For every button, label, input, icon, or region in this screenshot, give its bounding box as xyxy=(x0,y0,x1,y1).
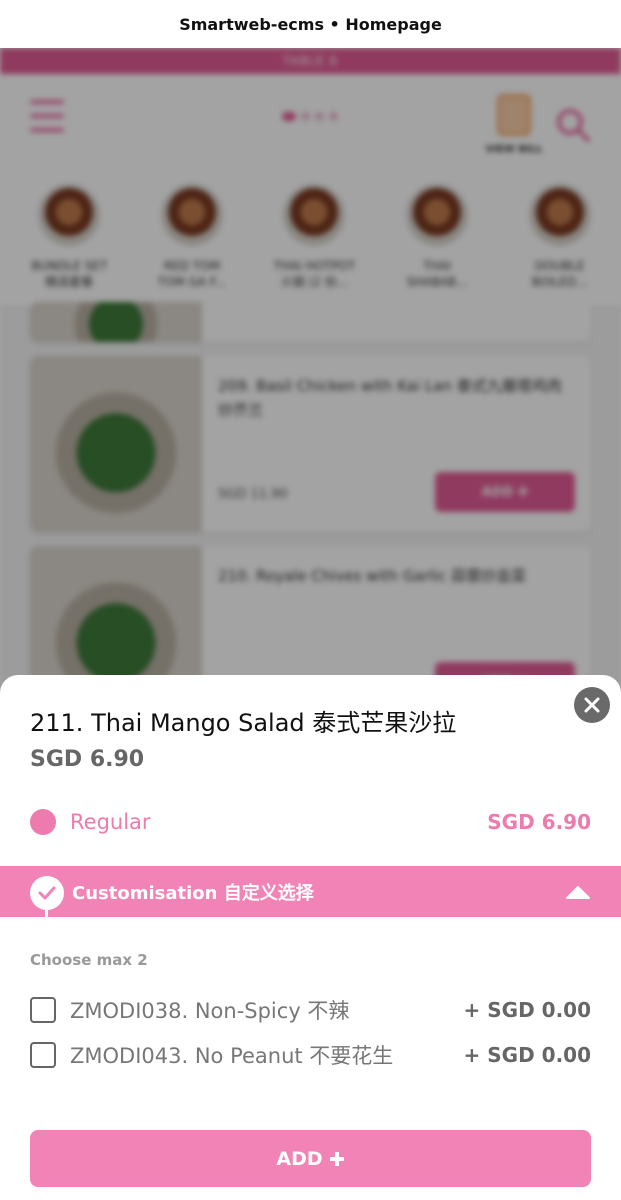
option-checkbox[interactable] xyxy=(30,1042,56,1068)
radio-selected-icon[interactable] xyxy=(30,809,56,835)
plus-icon xyxy=(329,1151,344,1166)
add-to-cart-button[interactable]: ADD xyxy=(30,1130,591,1187)
close-icon xyxy=(584,697,600,713)
option-checkbox[interactable] xyxy=(30,997,56,1023)
item-title: 211. Thai Mango Salad 泰式芒果沙拉 xyxy=(30,709,457,737)
variant-option-regular[interactable]: Regular SGD 6.90 xyxy=(30,807,591,837)
browser-title: Smartweb-ecms • Homepage xyxy=(179,14,442,34)
customisation-title: Customisation 自定义选择 xyxy=(72,882,314,904)
choose-max-hint: Choose max 2 xyxy=(30,951,148,969)
option-name: ZMODI038. Non-Spicy 不辣 xyxy=(70,999,350,1023)
customisation-header[interactable]: Customisation 自定义选择 xyxy=(0,866,621,922)
browser-title-bar: Smartweb-ecms • Homepage xyxy=(0,0,621,48)
modifier-option[interactable]: ZMODI043. No Peanut 不要花生 + SGD 0.00 xyxy=(30,1040,591,1070)
add-button-label: ADD xyxy=(276,1147,323,1170)
option-price: + SGD 0.00 xyxy=(463,1043,591,1067)
check-icon xyxy=(30,876,64,910)
close-button[interactable] xyxy=(574,687,610,723)
option-name: ZMODI043. No Peanut 不要花生 xyxy=(70,1044,394,1068)
variant-name: Regular xyxy=(70,810,151,834)
option-price: + SGD 0.00 xyxy=(463,998,591,1022)
app-frame: Smartweb-ecms • Homepage TABLE 6 VIEW BI… xyxy=(0,0,621,1200)
item-detail-sheet: 211. Thai Mango Salad 泰式芒果沙拉 SGD 6.90 Re… xyxy=(0,675,621,1200)
modifier-option[interactable]: ZMODI038. Non-Spicy 不辣 + SGD 0.00 xyxy=(30,995,591,1025)
item-price: SGD 6.90 xyxy=(30,747,145,772)
variant-price: SGD 6.90 xyxy=(487,810,591,834)
chevron-up-icon[interactable] xyxy=(565,884,591,900)
